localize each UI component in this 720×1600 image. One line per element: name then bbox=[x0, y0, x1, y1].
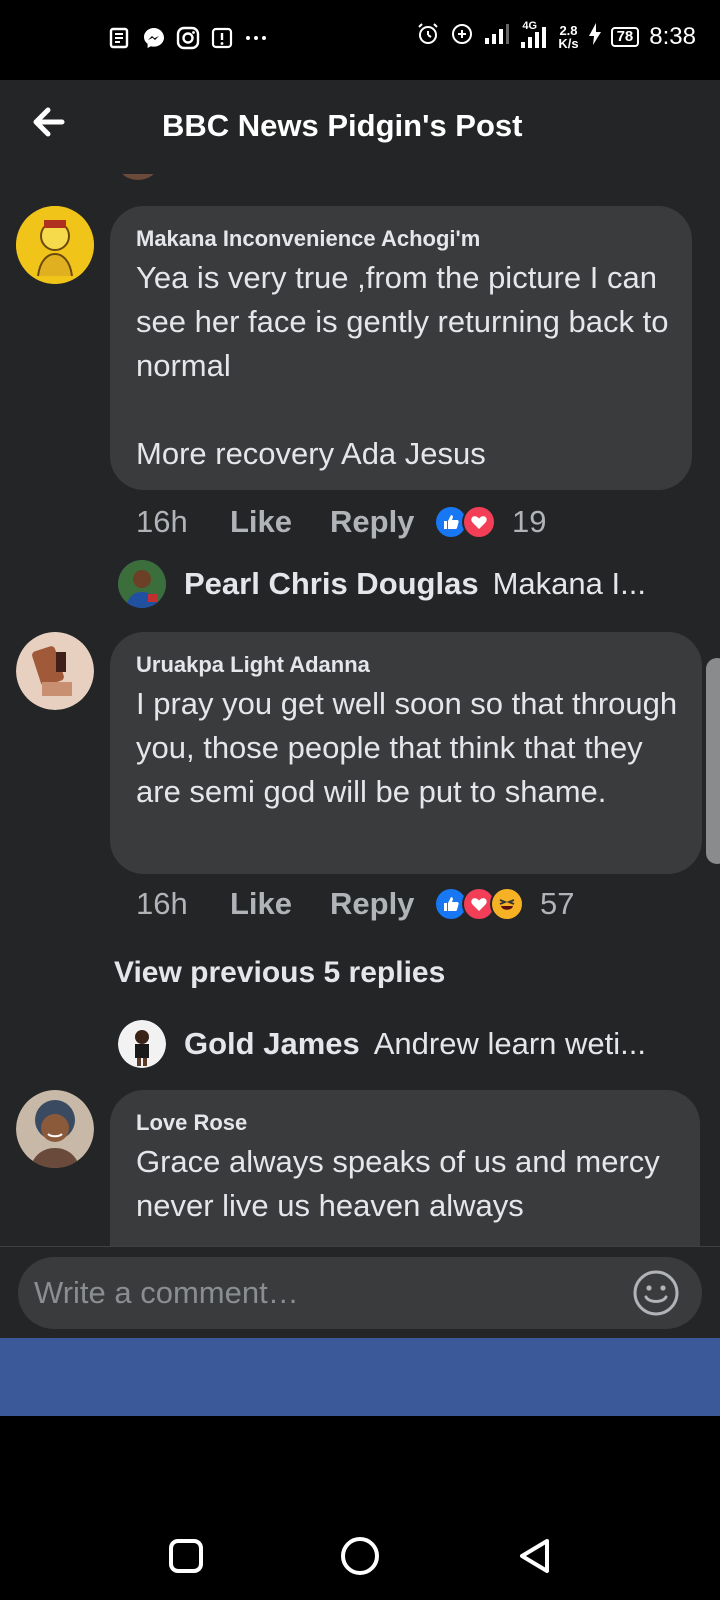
comment-text: Yea is very true ,from the picture I can… bbox=[136, 260, 669, 471]
comment-composer[interactable] bbox=[18, 1257, 702, 1329]
alarm-icon bbox=[416, 22, 440, 52]
reaction-summary[interactable] bbox=[434, 887, 524, 921]
reply-button[interactable]: Reply bbox=[330, 504, 434, 540]
triangle-back-icon bbox=[520, 1539, 549, 1573]
heart-icon bbox=[462, 505, 496, 539]
comment-time[interactable]: 16h bbox=[136, 886, 230, 922]
system-status: 4G 2.8 K/s 78 8:38 bbox=[416, 20, 696, 52]
emoji-button[interactable] bbox=[632, 1269, 680, 1317]
like-button[interactable]: Like bbox=[230, 886, 330, 922]
comment-bubble[interactable]: Makana Inconvenience Achogi'm Yea is ver… bbox=[110, 206, 692, 490]
system-navigation-bar bbox=[0, 1416, 720, 1600]
network-speed: 2.8 K/s bbox=[558, 24, 578, 50]
page-title: BBC News Pidgin's Post bbox=[162, 108, 523, 143]
square-icon bbox=[169, 1539, 203, 1573]
reply-text: Andrew learn weti... bbox=[373, 1026, 646, 1061]
clock-time: 8:38 bbox=[649, 23, 696, 50]
reaction-count[interactable]: 57 bbox=[540, 886, 574, 922]
nav-back-button[interactable] bbox=[510, 1532, 558, 1580]
alert-app-icon bbox=[210, 26, 234, 50]
instagram-icon bbox=[176, 26, 200, 50]
charging-bolt-icon bbox=[588, 23, 601, 51]
comment-actions: 16h Like Reply 19 bbox=[136, 504, 546, 540]
speed-unit: K/s bbox=[558, 36, 579, 51]
reply-preview[interactable]: Pearl Chris Douglas Makana I... bbox=[118, 560, 646, 608]
avatar[interactable] bbox=[16, 206, 94, 284]
reply-author[interactable]: Gold James bbox=[184, 1026, 360, 1062]
battery-level: 78 bbox=[610, 27, 640, 47]
view-previous-replies-link[interactable]: View previous 5 replies bbox=[114, 956, 445, 990]
avatar[interactable] bbox=[16, 1090, 94, 1168]
avatar[interactable] bbox=[118, 1020, 166, 1068]
reply-preview[interactable]: Gold James Andrew learn weti... bbox=[118, 1020, 646, 1068]
messenger-icon bbox=[142, 26, 166, 50]
app-bar: BBC News Pidgin's Post bbox=[0, 80, 720, 174]
reaction-count[interactable]: 19 bbox=[512, 504, 546, 540]
home-button[interactable] bbox=[336, 1532, 384, 1580]
comment-text: Grace always speaks of us and mercy neve… bbox=[136, 1144, 660, 1223]
notification-icons bbox=[108, 26, 268, 50]
partial-avatar bbox=[118, 174, 158, 180]
reply-button[interactable]: Reply bbox=[330, 886, 434, 922]
recent-apps-button[interactable] bbox=[162, 1532, 210, 1580]
comment-composer-bar bbox=[0, 1246, 720, 1338]
comment-author[interactable]: Love Rose bbox=[136, 1110, 247, 1136]
news-notification-icon bbox=[108, 26, 132, 50]
data-saver-icon bbox=[450, 22, 474, 52]
comments-list[interactable]: Makana Inconvenience Achogi'm Yea is ver… bbox=[0, 174, 720, 1246]
circle-icon bbox=[341, 1537, 379, 1575]
comment-time[interactable]: 16h bbox=[136, 504, 230, 540]
comment-bubble[interactable]: Love Rose Grace always speaks of us and … bbox=[110, 1090, 700, 1246]
reaction-summary[interactable] bbox=[434, 505, 496, 539]
avatar[interactable] bbox=[16, 632, 94, 710]
smiley-icon bbox=[633, 1270, 679, 1316]
avatar[interactable] bbox=[118, 560, 166, 608]
more-dots-icon bbox=[244, 26, 268, 50]
comment-actions: 16h Like Reply 57 bbox=[136, 886, 574, 922]
scrollbar-handle[interactable] bbox=[706, 658, 720, 864]
bottom-banner bbox=[0, 1338, 720, 1416]
comment-author[interactable]: Makana Inconvenience Achogi'm bbox=[136, 226, 480, 252]
haha-icon bbox=[490, 887, 524, 921]
arrow-left-icon bbox=[33, 107, 65, 137]
reply-author[interactable]: Pearl Chris Douglas bbox=[184, 566, 479, 602]
reply-text: Makana I... bbox=[492, 566, 646, 601]
status-bar: 4G 2.8 K/s 78 8:38 bbox=[0, 0, 720, 80]
comment-input[interactable] bbox=[34, 1274, 594, 1312]
network-4g-icon: 4G bbox=[520, 20, 548, 50]
comment-text: I pray you get well soon so that through… bbox=[136, 686, 678, 809]
comment-bubble[interactable]: Uruakpa Light Adanna I pray you get well… bbox=[110, 632, 702, 874]
comment-author[interactable]: Uruakpa Light Adanna bbox=[136, 652, 370, 678]
back-button[interactable] bbox=[28, 102, 68, 142]
like-button[interactable]: Like bbox=[230, 504, 330, 540]
signal-strength-icon bbox=[484, 22, 510, 52]
